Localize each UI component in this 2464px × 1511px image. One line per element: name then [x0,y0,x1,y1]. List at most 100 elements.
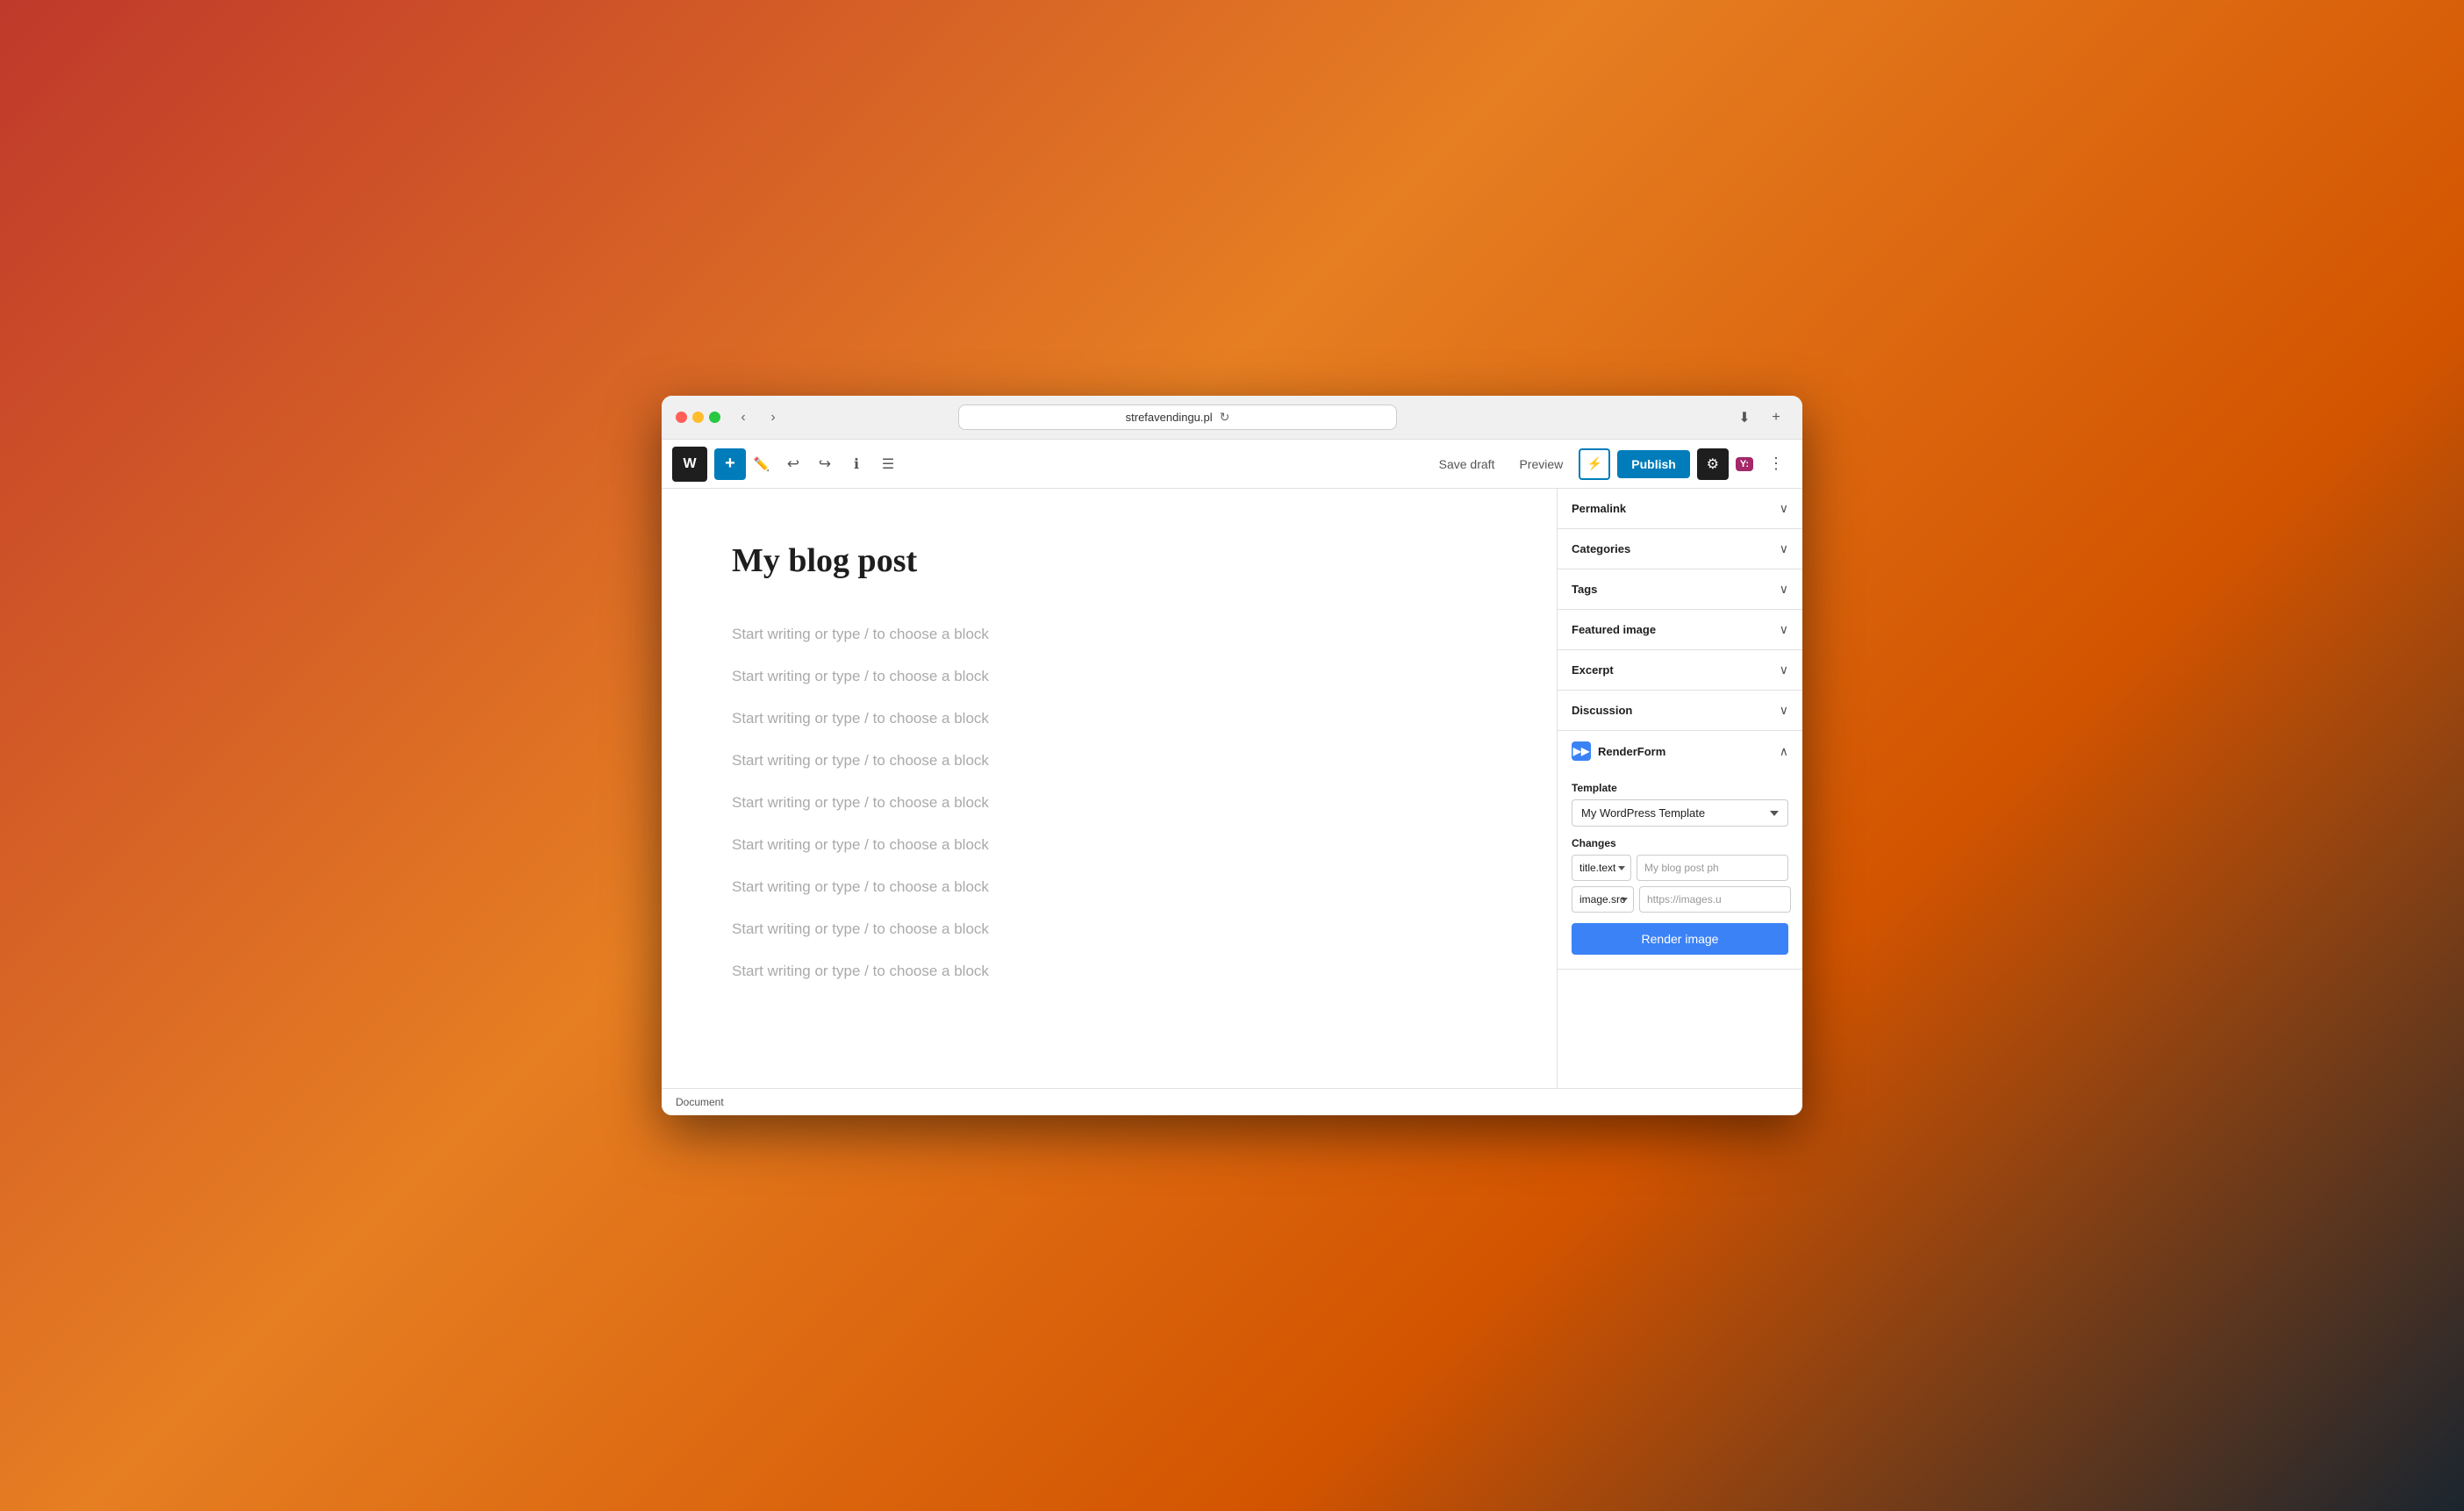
redo-icon [819,455,831,473]
yoast-label: Y: [1740,459,1749,469]
list-view-button[interactable] [872,448,904,480]
block-placeholder-8[interactable]: Start writing or type / to choose a bloc… [732,910,1486,949]
pencil-icon [754,455,770,473]
sidebar-section-discussion: Discussion ∨ [1558,691,1802,731]
forward-button[interactable]: › [761,405,785,430]
sidebar-section-tags: Tags ∨ [1558,569,1802,610]
nav-arrows: ‹ › [731,405,785,430]
template-select[interactable]: My WordPress Template [1572,799,1788,827]
document-bar: Document [662,1088,1802,1115]
sidebar-section-featured-image: Featured image ∨ [1558,610,1802,650]
block-placeholder-5[interactable]: Start writing or type / to choose a bloc… [732,784,1486,822]
block-placeholder-4[interactable]: Start writing or type / to choose a bloc… [732,741,1486,780]
block-placeholder-7[interactable]: Start writing or type / to choose a bloc… [732,868,1486,906]
yoast-button[interactable]: Y: [1736,457,1753,471]
publish-label: Publish [1631,457,1676,471]
wp-main: My blog post Start writing or type / to … [662,489,1802,1088]
bolt-icon: ⚡ [1587,456,1602,471]
template-label: Template [1572,782,1788,794]
change1-value-input[interactable] [1637,855,1788,881]
changes-row-2: image.src [1572,886,1788,913]
wp-editor: W + Save draft Preview [662,440,1802,1115]
gear-icon [1707,455,1719,473]
permalink-header[interactable]: Permalink ∨ [1558,489,1802,528]
browser-actions: ⬇ + [1732,405,1788,430]
excerpt-header[interactable]: Excerpt ∨ [1558,650,1802,690]
renderform-body: Template My WordPress Template Changes t… [1558,771,1802,969]
sidebar-section-categories: Categories ∨ [1558,529,1802,569]
tags-chevron: ∨ [1780,582,1788,597]
sidebar-section-permalink: Permalink ∨ [1558,489,1802,529]
download-icon[interactable]: ⬇ [1732,405,1757,430]
save-draft-button[interactable]: Save draft [1430,452,1504,476]
preview-button[interactable]: Preview [1510,452,1572,476]
wp-logo: W [672,447,707,482]
close-button[interactable] [676,412,687,423]
discussion-title: Discussion [1572,704,1632,717]
sidebar-section-excerpt: Excerpt ∨ [1558,650,1802,691]
block-placeholder-6[interactable]: Start writing or type / to choose a bloc… [732,826,1486,864]
edit-button[interactable] [746,448,777,480]
new-tab-icon[interactable]: + [1764,405,1788,430]
reload-icon[interactable]: ↻ [1220,410,1230,425]
dots-icon [1768,455,1784,473]
categories-header[interactable]: Categories ∨ [1558,529,1802,569]
toolbar-right: Save draft Preview ⚡ Publish Y: [1430,448,1792,480]
tags-title: Tags [1572,583,1597,596]
document-label: Document [676,1096,724,1108]
redo-button[interactable] [809,448,841,480]
maximize-button[interactable] [709,412,720,423]
renderform-title: ▶▶ RenderForm [1572,741,1665,761]
categories-chevron: ∨ [1780,541,1788,556]
renderform-chevron: ∧ [1780,744,1788,759]
undo-button[interactable] [777,448,809,480]
back-button[interactable]: ‹ [731,405,756,430]
permalink-title: Permalink [1572,502,1626,515]
excerpt-title: Excerpt [1572,663,1614,677]
categories-title: Categories [1572,542,1630,555]
render-image-button[interactable]: Render image [1572,923,1788,955]
featured-image-header[interactable]: Featured image ∨ [1558,610,1802,649]
discussion-header[interactable]: Discussion ∨ [1558,691,1802,730]
post-title[interactable]: My blog post [732,541,1486,580]
discussion-chevron: ∨ [1780,703,1788,718]
excerpt-chevron: ∨ [1780,662,1788,677]
add-block-button[interactable]: + [714,448,746,480]
tags-header[interactable]: Tags ∨ [1558,569,1802,609]
featured-image-chevron: ∨ [1780,622,1788,637]
block-placeholder-9[interactable]: Start writing or type / to choose a bloc… [732,952,1486,991]
change1-key-select[interactable]: title.text [1572,855,1631,881]
publish-icon-wrapper[interactable]: ⚡ [1579,448,1610,480]
block-placeholder-3[interactable]: Start writing or type / to choose a bloc… [732,699,1486,738]
browser-window: ‹ › strefavendingu.pl ↻ ⬇ + W + [662,396,1802,1115]
wp-sidebar: Permalink ∨ Categories ∨ Tags ∨ [1557,489,1802,1088]
changes-row-1: title.text [1572,855,1788,881]
browser-chrome: ‹ › strefavendingu.pl ↻ ⬇ + [662,396,1802,440]
renderform-name: RenderForm [1598,745,1665,758]
change2-key-select[interactable]: image.src [1572,886,1634,913]
wp-toolbar: W + Save draft Preview [662,440,1802,489]
address-bar[interactable]: strefavendingu.pl ↻ [958,405,1397,430]
renderform-icon-text: ▶▶ [1573,745,1589,757]
more-options-button[interactable] [1760,448,1792,480]
add-icon: + [725,454,735,474]
featured-image-title: Featured image [1572,623,1656,636]
wp-logo-text: W [683,456,696,472]
info-button[interactable] [841,448,872,480]
undo-icon [787,455,799,473]
minimize-button[interactable] [692,412,704,423]
list-icon [882,455,894,473]
publish-button[interactable]: Publish [1617,450,1690,478]
renderform-section: ▶▶ RenderForm ∧ Template My WordPress Te… [1558,731,1802,970]
renderform-header[interactable]: ▶▶ RenderForm ∧ [1558,731,1802,771]
url-text: strefavendingu.pl [1126,411,1213,424]
block-placeholder-1[interactable]: Start writing or type / to choose a bloc… [732,615,1486,654]
change2-value-input[interactable] [1639,886,1791,913]
permalink-chevron: ∨ [1780,501,1788,516]
info-icon [854,455,859,473]
block-placeholder-2[interactable]: Start writing or type / to choose a bloc… [732,657,1486,696]
changes-label: Changes [1572,837,1788,849]
editor-canvas[interactable]: My blog post Start writing or type / to … [662,489,1557,1088]
settings-button[interactable] [1697,448,1729,480]
traffic-lights [676,412,720,423]
